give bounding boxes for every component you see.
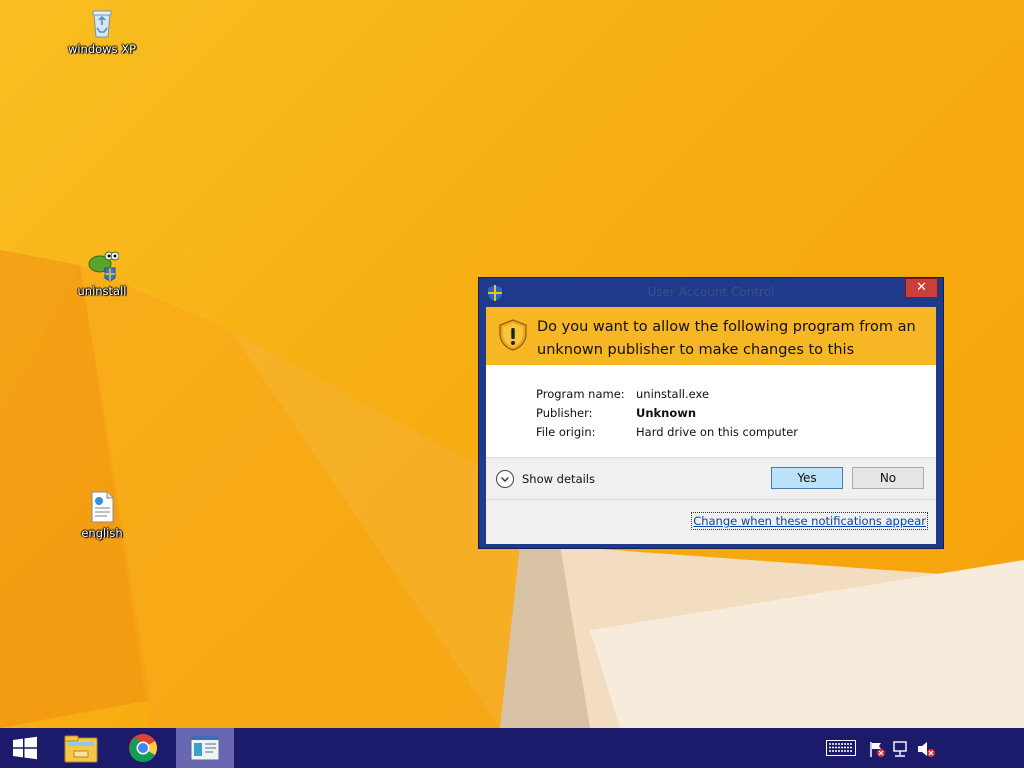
taskbar-file-explorer[interactable] bbox=[58, 728, 104, 768]
dialog-footer: Change when these notifications appear bbox=[486, 499, 936, 544]
dialog-titlebar[interactable]: User Account Control ✕ bbox=[479, 278, 943, 306]
program-name-row: Program name: uninstall.exe bbox=[536, 385, 709, 403]
taskbar: 1:52 PM 10/24/2023 bbox=[0, 728, 1024, 768]
desktop-icon-windows-xp[interactable]: windows XP bbox=[62, 6, 142, 56]
windows-start-icon bbox=[13, 736, 37, 760]
dialog-actions: Show details Yes No bbox=[486, 457, 936, 500]
volume-muted-icon[interactable] bbox=[916, 740, 936, 758]
keyboard-icon[interactable] bbox=[826, 740, 856, 756]
publisher-value: Unknown bbox=[636, 406, 697, 420]
program-info: Program name: uninstall.exe Publisher: Unk… bbox=[486, 365, 936, 457]
close-button[interactable]: ✕ bbox=[905, 278, 938, 298]
dialog-header: Do you want to allow the following progr… bbox=[486, 307, 936, 381]
desktop-icon-label: uninstall bbox=[77, 284, 127, 298]
clock[interactable]: 1:52 PM 10/24/2023 bbox=[948, 732, 1018, 762]
chevron-down-icon bbox=[496, 470, 514, 488]
active-window-icon bbox=[190, 735, 220, 761]
no-button[interactable]: No bbox=[852, 467, 924, 489]
desktop-icon-label: english bbox=[81, 526, 123, 540]
desktop-icon-english[interactable]: english bbox=[62, 490, 142, 540]
recycle-bin-icon bbox=[85, 6, 119, 40]
yes-button[interactable]: Yes bbox=[771, 467, 843, 489]
publisher-label: Publisher: bbox=[536, 406, 593, 420]
warning-shield-icon bbox=[499, 319, 527, 351]
taskbar-chrome[interactable] bbox=[118, 728, 168, 768]
program-name-label: Program name: bbox=[536, 387, 625, 401]
clock-date: 10/24/2023 bbox=[954, 749, 1012, 760]
file-origin-value: Hard drive on this computer bbox=[636, 425, 799, 439]
desktop-icon-uninstall[interactable]: uninstall bbox=[62, 248, 142, 298]
uac-dialog: User Account Control ✕ Do you want to al… bbox=[478, 277, 944, 549]
file-explorer-icon bbox=[64, 735, 98, 763]
program-name-value: uninstall.exe bbox=[636, 387, 710, 401]
file-origin-label: File origin: bbox=[536, 425, 596, 439]
chrome-icon bbox=[129, 734, 157, 762]
show-details-label: Show details bbox=[522, 472, 595, 486]
uninstall-program-icon bbox=[85, 248, 120, 282]
desktop-icon-label: windows XP bbox=[67, 42, 137, 56]
file-origin-row: File origin: Hard drive on this computer bbox=[536, 423, 798, 441]
network-icon[interactable] bbox=[892, 740, 910, 758]
notification-settings-link[interactable]: Change when these notifications appear bbox=[691, 512, 928, 530]
publisher-row: Publisher: Unknown bbox=[536, 404, 696, 422]
text-document-icon bbox=[85, 490, 119, 524]
start-button[interactable] bbox=[0, 728, 50, 768]
clock-time: 1:52 PM bbox=[962, 734, 1004, 745]
taskbar-active-window[interactable] bbox=[176, 728, 234, 768]
dialog-title: User Account Control bbox=[647, 285, 775, 299]
action-center-flag-icon[interactable] bbox=[868, 740, 886, 758]
dialog-body: Do you want to allow the following progr… bbox=[486, 307, 936, 544]
